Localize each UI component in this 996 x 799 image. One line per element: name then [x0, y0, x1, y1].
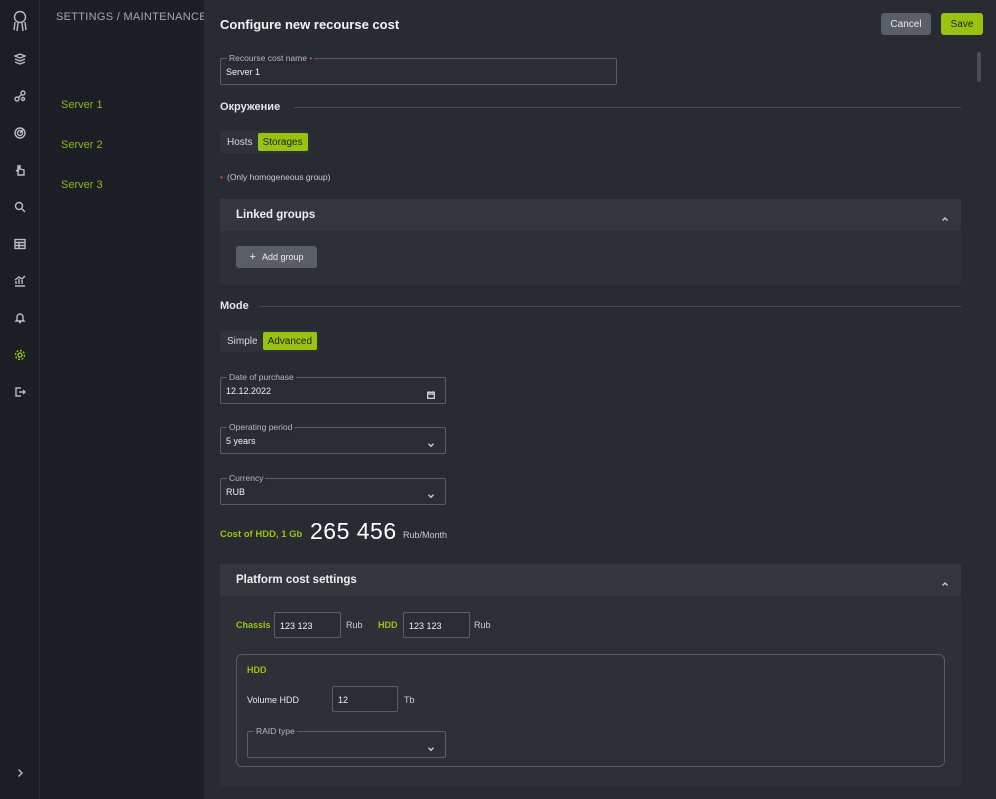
volume-hdd-input[interactable]: 12	[332, 686, 398, 712]
chassis-input[interactable]: 123 123	[274, 612, 341, 638]
environment-section-title: Окружение	[220, 101, 281, 113]
server-list-sidebar: Server 1 Server 2 Server 3	[40, 0, 204, 799]
server-item[interactable]: Server 2	[61, 139, 103, 151]
bell-icon[interactable]	[12, 310, 28, 326]
configure-panel: Configure new recourse cost Cancel Save …	[204, 0, 996, 799]
cost-value: 265 456	[310, 518, 397, 544]
pointer-icon[interactable]	[12, 162, 28, 178]
mode-option-simple[interactable]: Simple	[222, 332, 263, 350]
chevron-down-icon[interactable]	[427, 436, 435, 448]
add-group-label: Add group	[261, 252, 304, 262]
linked-groups-header[interactable]: Linked groups	[220, 199, 961, 231]
platform-cost-card: Platform cost settings Chassis 123 123 R…	[220, 564, 961, 786]
nodes-icon[interactable]	[12, 88, 28, 104]
chart-icon[interactable]	[12, 273, 28, 289]
chassis-value: 123 123	[280, 621, 313, 631]
hdd-price-value: 123 123	[409, 621, 442, 631]
chevron-down-icon[interactable]	[427, 740, 435, 752]
chassis-unit: Rub	[346, 620, 363, 630]
search-icon[interactable]	[12, 199, 28, 215]
volume-hdd-unit: Tb	[404, 695, 415, 705]
chevron-up-icon[interactable]	[941, 575, 949, 586]
layers-icon[interactable]	[12, 51, 28, 67]
linked-groups-card: Linked groups + Add group	[220, 199, 961, 285]
table-icon[interactable]	[12, 236, 28, 252]
operating-period-value: 5 years	[226, 436, 256, 446]
mode-option-advanced[interactable]: Advanced	[262, 332, 318, 350]
raid-type-label: RAID type	[254, 725, 297, 737]
panel-title: Configure new recourse cost	[220, 17, 400, 32]
hdd-price-unit: Rub	[474, 620, 491, 630]
chevron-up-icon[interactable]	[941, 210, 949, 221]
currency-select[interactable]: Currency RUB	[220, 472, 446, 505]
raid-type-select[interactable]: RAID type	[247, 725, 446, 758]
hdd-price-input[interactable]: 123 123	[403, 612, 470, 638]
date-of-purchase-value: 12.12.2022	[226, 386, 272, 396]
volume-hdd-value: 12	[338, 695, 349, 705]
expand-icon[interactable]	[12, 765, 28, 781]
homogeneous-note: • (Only homogeneous group)	[220, 172, 331, 182]
env-option-storages[interactable]: Storages	[257, 133, 308, 151]
cancel-button[interactable]: Cancel	[881, 13, 931, 35]
server-item[interactable]: Server 1	[61, 99, 103, 111]
currency-label: Currency	[227, 472, 266, 484]
scrollbar-thumb[interactable]	[977, 52, 981, 82]
logo-icon[interactable]	[11, 10, 29, 32]
linked-groups-title: Linked groups	[236, 209, 316, 221]
gear-icon[interactable]	[12, 347, 28, 363]
environment-toggle: Hosts Storages	[220, 131, 310, 153]
resource-name-label: Recourse cost name •	[227, 52, 315, 64]
divider	[260, 306, 961, 307]
chassis-label: Chassis	[236, 620, 271, 630]
icon-rail	[0, 0, 40, 799]
calendar-icon[interactable]	[426, 386, 435, 399]
chevron-down-icon[interactable]	[427, 487, 435, 499]
hdd-settings-heading: HDD	[247, 665, 267, 675]
resource-name-value: Server 1	[226, 67, 261, 77]
hdd-settings-box: HDD Volume HDD 12 Tb RAID type	[236, 654, 945, 767]
platform-cost-title: Platform cost settings	[236, 574, 357, 586]
date-of-purchase-label: Date of purchase	[227, 371, 296, 383]
save-button[interactable]: Save	[941, 13, 983, 35]
resource-name-field[interactable]: Recourse cost name • Server 1	[220, 52, 617, 85]
operating-period-select[interactable]: Operating period 5 years	[220, 421, 446, 454]
breadcrumb: SETTINGS / MAINTENANCE /	[56, 11, 214, 23]
mode-toggle: Simple Advanced	[220, 330, 320, 352]
cost-label: Cost of HDD, 1 Gb	[220, 529, 303, 540]
operating-period-label: Operating period	[227, 421, 295, 433]
server-item[interactable]: Server 3	[61, 179, 103, 191]
date-of-purchase-field[interactable]: Date of purchase 12.12.2022	[220, 371, 446, 404]
mode-section-title: Mode	[220, 300, 249, 312]
cost-unit: Rub/Month	[403, 530, 448, 540]
currency-value: RUB	[226, 487, 246, 497]
hdd-price-label: HDD	[378, 620, 398, 630]
radar-icon[interactable]	[12, 125, 28, 141]
logout-icon[interactable]	[12, 384, 28, 400]
platform-cost-header[interactable]: Platform cost settings	[220, 564, 961, 596]
add-group-button[interactable]: + Add group	[236, 246, 317, 268]
plus-icon: +	[249, 251, 256, 263]
env-option-hosts[interactable]: Hosts	[222, 133, 258, 151]
divider	[294, 107, 961, 108]
volume-hdd-label: Volume HDD	[247, 695, 300, 705]
